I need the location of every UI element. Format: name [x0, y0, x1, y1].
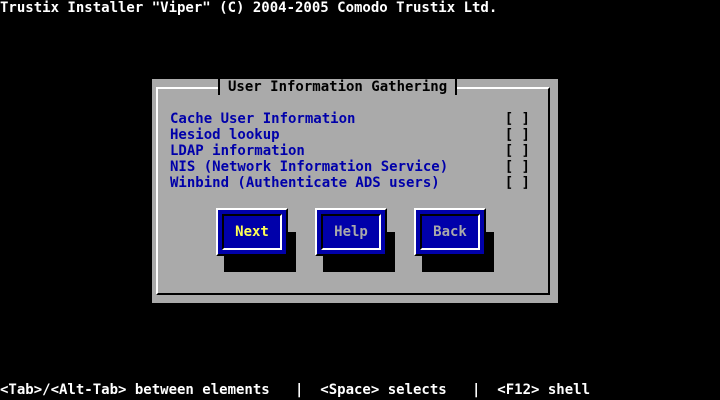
option-hesiod-lookup[interactable]: Hesiod lookup [ ] — [170, 127, 536, 143]
option-checkbox[interactable]: [ ] — [505, 127, 536, 143]
option-checkbox[interactable]: [ ] — [505, 175, 536, 191]
keyboard-help-line: <Tab>/<Alt-Tab> between elements | <Spac… — [0, 382, 591, 398]
dialog-title: User Information Gathering — [218, 79, 458, 95]
option-label: Hesiod lookup — [170, 127, 280, 143]
back-button-label: Back — [433, 224, 467, 240]
option-label: NIS (Network Information Service) — [170, 159, 449, 175]
option-winbind[interactable]: Winbind (Authenticate ADS users) [ ] — [170, 175, 536, 191]
option-ldap-information[interactable]: LDAP information [ ] — [170, 143, 536, 159]
next-button-label: Next — [235, 224, 269, 240]
next-button[interactable]: Next — [216, 208, 288, 256]
option-nis[interactable]: NIS (Network Information Service) [ ] — [170, 159, 536, 175]
option-cache-user-information[interactable]: Cache User Information [ ] — [170, 111, 536, 127]
option-label: LDAP information — [170, 143, 305, 159]
options-list: Cache User Information [ ] Hesiod lookup… — [170, 111, 536, 191]
back-button[interactable]: Back — [414, 208, 486, 256]
option-label: Cache User Information — [170, 111, 356, 127]
installer-title: Trustix Installer "Viper" (C) 2004-2005 … — [0, 0, 498, 16]
help-button[interactable]: Help — [315, 208, 387, 256]
option-checkbox[interactable]: [ ] — [505, 159, 536, 175]
help-button-label: Help — [334, 224, 368, 240]
option-checkbox[interactable]: [ ] — [505, 143, 536, 159]
option-checkbox[interactable]: [ ] — [505, 111, 536, 127]
option-label: Winbind (Authenticate ADS users) — [170, 175, 440, 191]
